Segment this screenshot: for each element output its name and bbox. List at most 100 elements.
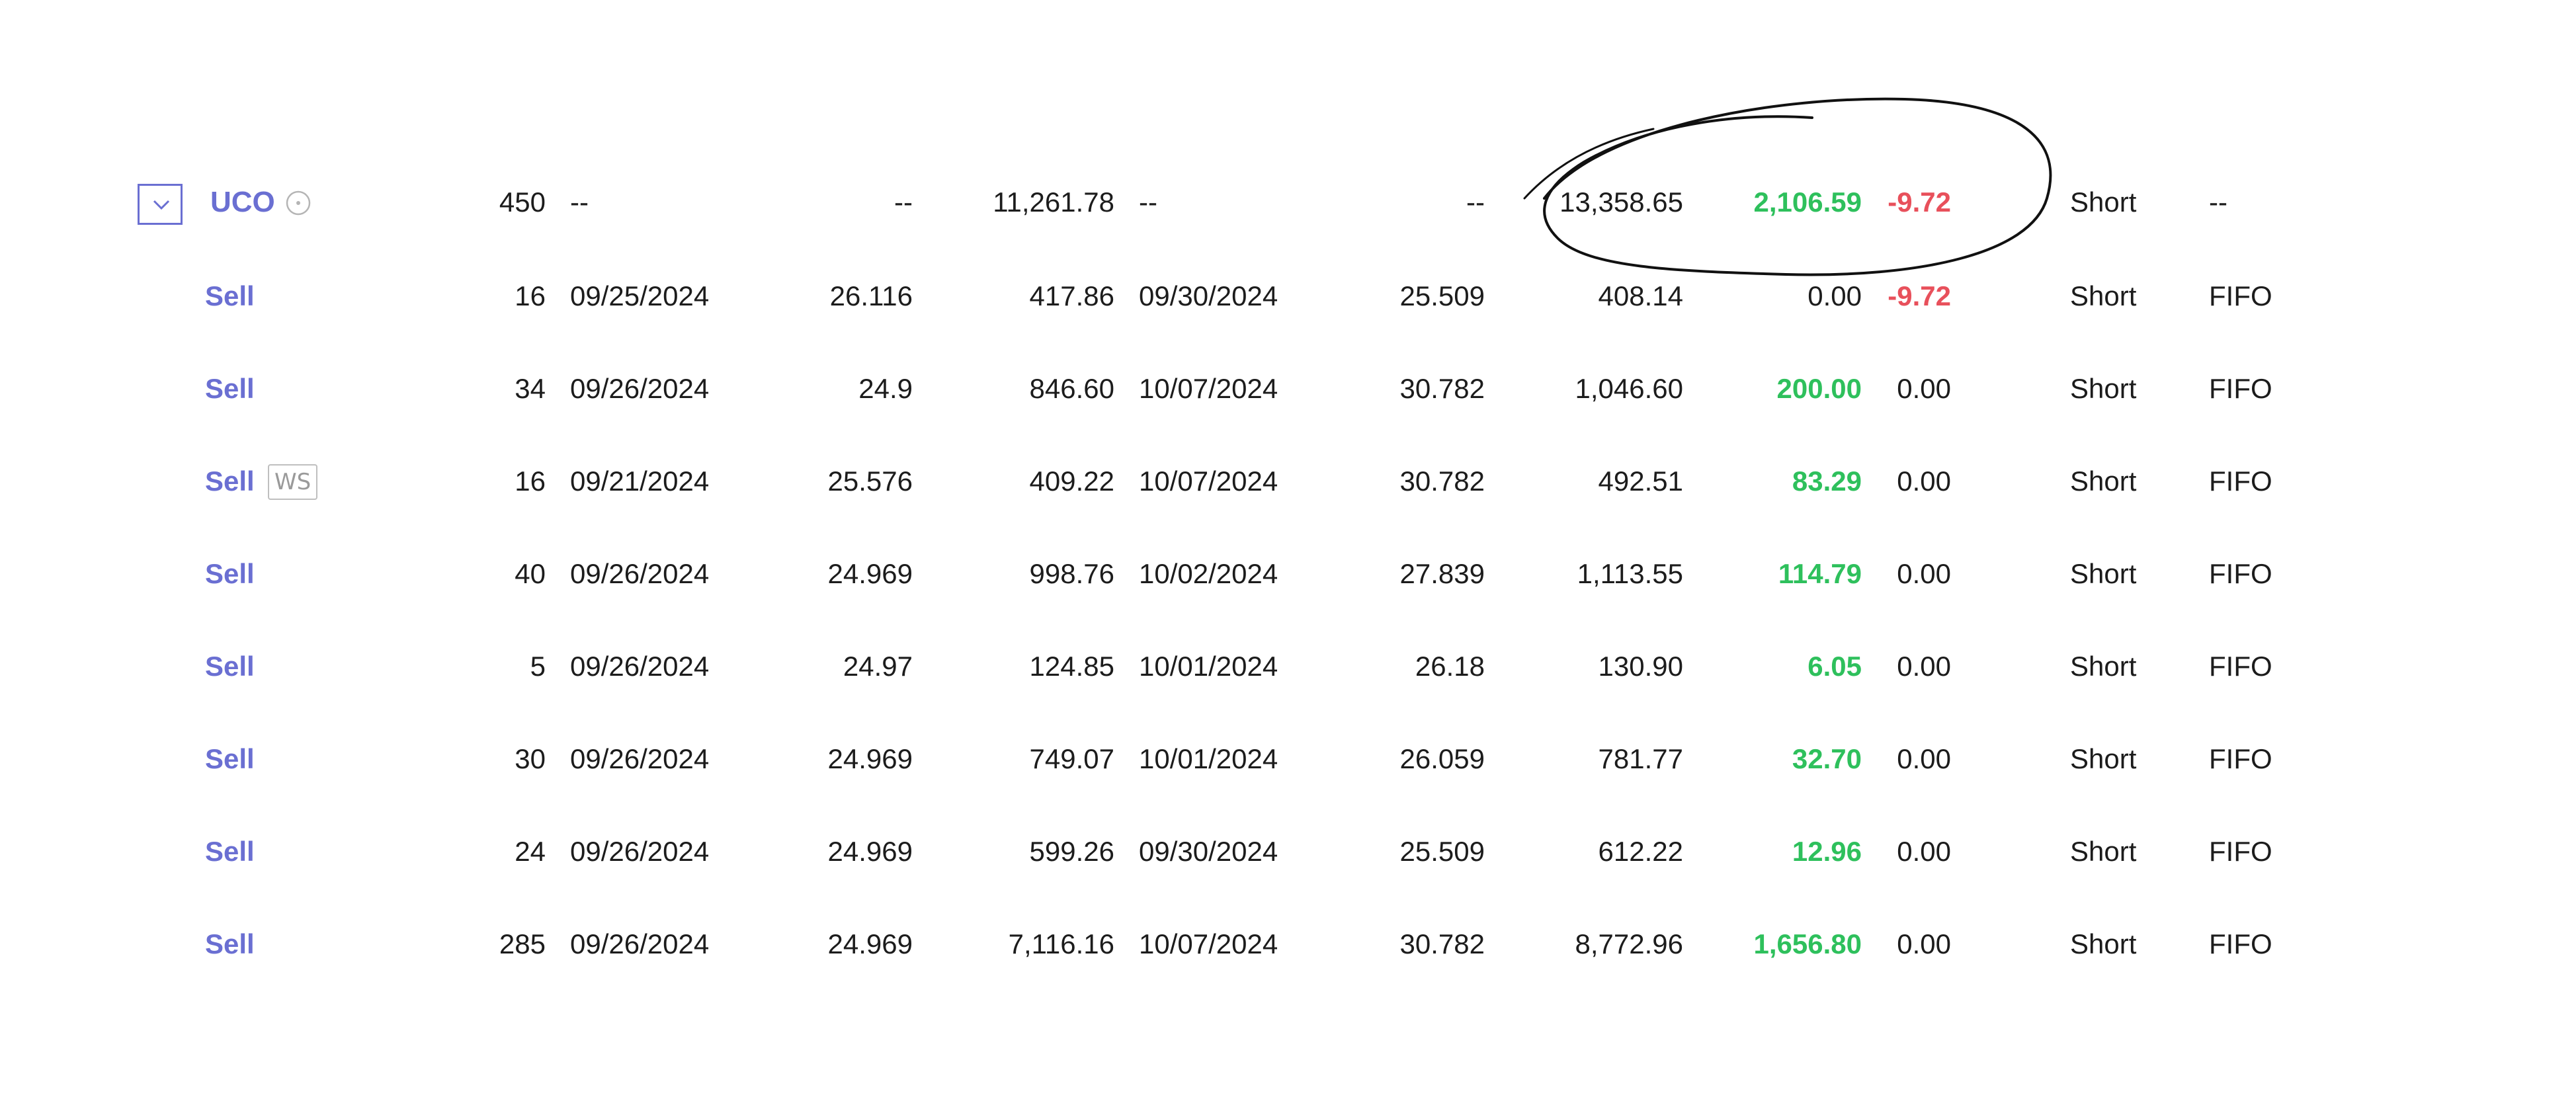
cost-basis: 846.60 (1029, 373, 1114, 404)
close-date: -- (1139, 186, 1157, 218)
open-date: 09/26/2024 (570, 373, 710, 404)
quantity: 40 (515, 558, 546, 589)
cost-method: FIFO (2209, 928, 2272, 959)
wash-sale-adjustment: -9.72 (1888, 280, 1951, 311)
close-price: 30.782 (1399, 373, 1485, 404)
open-price: 26.116 (829, 280, 913, 311)
gain-loss: 114.79 (1778, 558, 1862, 589)
open-date: 09/25/2024 (570, 280, 710, 311)
lot-action-link[interactable]: Sell (205, 819, 403, 885)
symbol-link[interactable]: UCO (210, 169, 275, 235)
proceeds: 1,113.55 (1577, 558, 1683, 589)
lot-row: Sell 24 09/26/2024 24.969 599.26 09/30/2024 25… (0, 819, 2576, 885)
cost-basis: 749.07 (1029, 743, 1114, 774)
gain-loss: 0.00 (1807, 280, 1862, 311)
close-price: 30.782 (1399, 928, 1485, 959)
quantity: 16 (515, 466, 546, 497)
cost-method: FIFO (2209, 743, 2272, 774)
open-price: 25.576 (827, 466, 913, 497)
holding-term: Short (2070, 836, 2137, 867)
proceeds: 1,046.60 (1575, 373, 1684, 404)
open-price: 24.969 (827, 743, 913, 774)
lot-row: Sell 5 09/26/2024 24.97 124.85 10/01/2024 26.1… (0, 633, 2576, 700)
lot-action-link[interactable]: Sell (205, 726, 403, 792)
cost-basis: 998.76 (1029, 558, 1114, 589)
open-price: -- (894, 186, 913, 218)
wash-sale-adjustment: -9.72 (1888, 186, 1951, 218)
open-date: 09/26/2024 (570, 558, 710, 589)
proceeds: 612.22 (1598, 836, 1683, 867)
lot-action-link[interactable]: Sell (205, 911, 403, 977)
lot-row: Sell 30 09/26/2024 24.969 749.07 10/01/2024 26… (0, 726, 2576, 792)
cost-basis: 599.26 (1029, 836, 1114, 867)
expand-toggle-button[interactable] (138, 184, 183, 225)
close-price: -- (1466, 186, 1485, 218)
cost-basis: 124.85 (1029, 651, 1114, 682)
realized-lots-table: UCO 450 -- -- 11,261.78 -- -- 13,358.65 … (0, 0, 2576, 1093)
gain-loss: 200.00 (1776, 373, 1862, 404)
wash-sale-adjustment: 0.00 (1897, 373, 1951, 404)
info-icon[interactable] (284, 189, 312, 217)
quantity: 30 (515, 743, 546, 774)
cost-method: FIFO (2209, 280, 2272, 311)
cost-method: FIFO (2209, 558, 2272, 589)
close-date: 10/02/2024 (1139, 558, 1278, 589)
holding-term: Short (2070, 280, 2137, 311)
close-date: 10/07/2024 (1139, 466, 1278, 497)
quantity: 5 (530, 651, 546, 682)
open-date: 09/26/2024 (570, 928, 710, 959)
lot-action-link[interactable]: Sell (205, 263, 403, 329)
close-price: 25.509 (1399, 280, 1485, 311)
close-date: 10/07/2024 (1139, 928, 1278, 959)
quantity: 24 (515, 836, 546, 867)
proceeds: 8,772.96 (1575, 928, 1684, 959)
cost-basis: 11,261.78 (993, 186, 1114, 218)
holding-term: Short (2070, 928, 2137, 959)
lot-row: Sell 34 09/26/2024 24.9 846.60 10/07/2024 30.7… (0, 356, 2576, 422)
lot-action-link[interactable]: Sell (205, 541, 403, 607)
chevron-down-icon (153, 200, 170, 210)
open-price: 24.969 (827, 928, 913, 959)
open-price: 24.9 (858, 373, 913, 404)
cost-method: FIFO (2209, 373, 2272, 404)
open-date: 09/21/2024 (570, 466, 710, 497)
wash-sale-adjustment: 0.00 (1897, 651, 1951, 682)
open-price: 24.969 (827, 836, 913, 867)
proceeds: 492.51 (1598, 466, 1683, 497)
close-price: 25.509 (1399, 836, 1485, 867)
cost-method: -- (2209, 186, 2227, 218)
close-price: 26.059 (1399, 743, 1485, 774)
holding-term: Short (2070, 558, 2137, 589)
close-date: 10/07/2024 (1139, 373, 1278, 404)
cost-basis: 417.86 (1029, 280, 1114, 311)
open-date: 09/26/2024 (570, 743, 710, 774)
close-date: 10/01/2024 (1139, 743, 1278, 774)
lot-row: Sell 16 09/25/2024 26.116 417.86 09/30/2024 25… (0, 263, 2576, 329)
lot-action-link[interactable]: Sell (205, 356, 403, 422)
holding-term: Short (2070, 743, 2137, 774)
holding-term: Short (2070, 186, 2137, 218)
quantity: 450 (499, 186, 546, 218)
cost-method: FIFO (2209, 651, 2272, 682)
position-summary-row: UCO 450 -- -- 11,261.78 -- -- 13,358.65 … (0, 169, 2576, 235)
wash-sale-adjustment: 0.00 (1897, 558, 1951, 589)
close-price: 30.782 (1399, 466, 1485, 497)
lot-action-link[interactable]: Sell (205, 633, 403, 700)
wash-sale-badge: WS (268, 464, 318, 500)
cost-method: FIFO (2209, 836, 2272, 867)
gain-loss: 32.70 (1792, 743, 1862, 774)
open-price: 24.97 (843, 651, 913, 682)
open-price: 24.969 (827, 558, 913, 589)
proceeds: 13,358.65 (1559, 186, 1683, 218)
close-price: 26.18 (1415, 651, 1485, 682)
quantity: 16 (515, 280, 546, 311)
holding-term: Short (2070, 466, 2137, 497)
proceeds: 130.90 (1598, 651, 1683, 682)
quantity: 34 (515, 373, 546, 404)
quantity: 285 (499, 928, 546, 959)
holding-term: Short (2070, 651, 2137, 682)
close-date: 10/01/2024 (1139, 651, 1278, 682)
holding-term: Short (2070, 373, 2137, 404)
open-date: -- (570, 186, 589, 218)
gain-loss: 1,656.80 (1753, 928, 1862, 959)
